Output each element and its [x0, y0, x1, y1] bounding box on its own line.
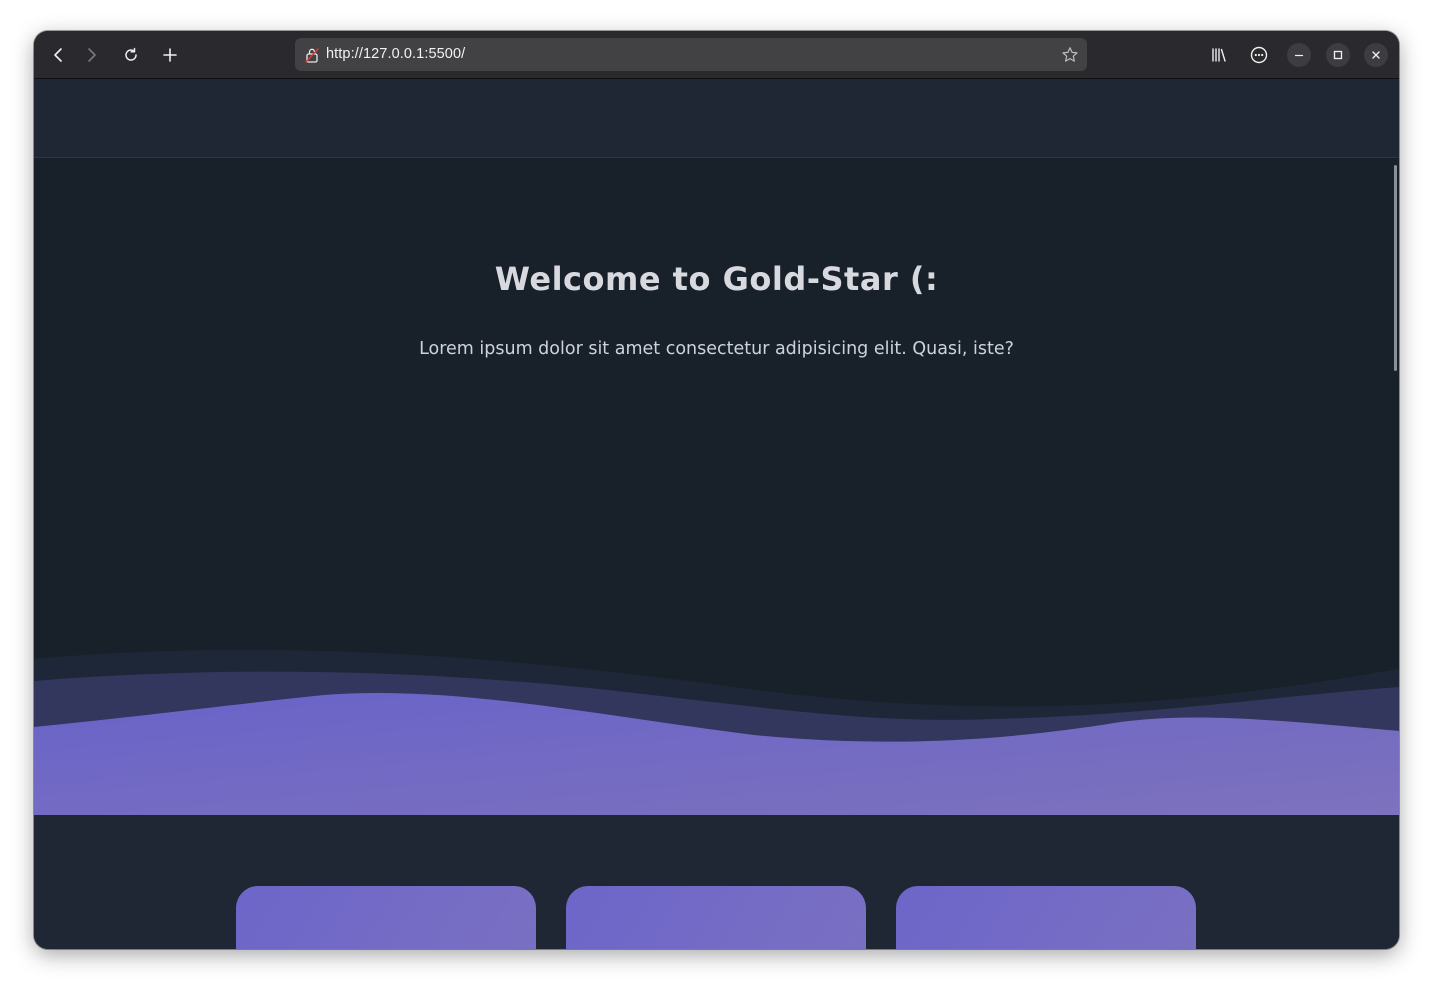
page-scrollbar[interactable]	[1394, 165, 1397, 371]
menu-button[interactable]	[1245, 41, 1273, 69]
minimize-button[interactable]	[1287, 43, 1311, 67]
maximize-button[interactable]	[1326, 43, 1350, 67]
maximize-icon	[1333, 50, 1343, 60]
hero-section: Welcome to Gold-Star (: Lorem ipsum dolo…	[34, 158, 1399, 815]
star-icon[interactable]	[1061, 46, 1079, 64]
close-icon	[1372, 51, 1380, 59]
new-tab-button[interactable]	[156, 41, 184, 69]
hero-title: Welcome to Gold-Star (:	[494, 260, 939, 298]
back-arrow-icon	[54, 48, 62, 62]
url-text[interactable]: http://127.0.0.1:5500/	[326, 38, 465, 71]
back-button[interactable]	[45, 41, 73, 69]
site-header	[34, 79, 1399, 158]
plus-icon	[163, 48, 177, 62]
reload-button[interactable]	[117, 41, 145, 69]
hero-subtitle: Lorem ipsum dolor sit amet consectetur a…	[419, 339, 1014, 359]
library-icon	[1212, 48, 1226, 62]
reload-icon	[125, 47, 137, 61]
browser-toolbar: http://127.0.0.1:5500/	[34, 31, 1399, 79]
feature-card	[566, 886, 866, 949]
feature-card	[236, 886, 536, 949]
page-viewport: Welcome to Gold-Star (: Lorem ipsum dolo…	[34, 79, 1399, 949]
wave-divider	[34, 649, 1399, 815]
close-button[interactable]	[1364, 43, 1388, 67]
feature-card	[896, 886, 1196, 949]
forward-button[interactable]	[77, 41, 105, 69]
insecure-lock-icon[interactable]	[305, 47, 319, 63]
browser-window: http://127.0.0.1:5500/ Welcome to Gold-S…	[34, 31, 1399, 949]
library-button[interactable]	[1205, 41, 1233, 69]
minimize-icon	[1294, 54, 1304, 57]
forward-arrow-icon	[88, 48, 96, 62]
features-section	[34, 815, 1399, 949]
ellipsis-circle-icon	[1250, 46, 1268, 64]
address-bar[interactable]: http://127.0.0.1:5500/	[295, 38, 1087, 71]
